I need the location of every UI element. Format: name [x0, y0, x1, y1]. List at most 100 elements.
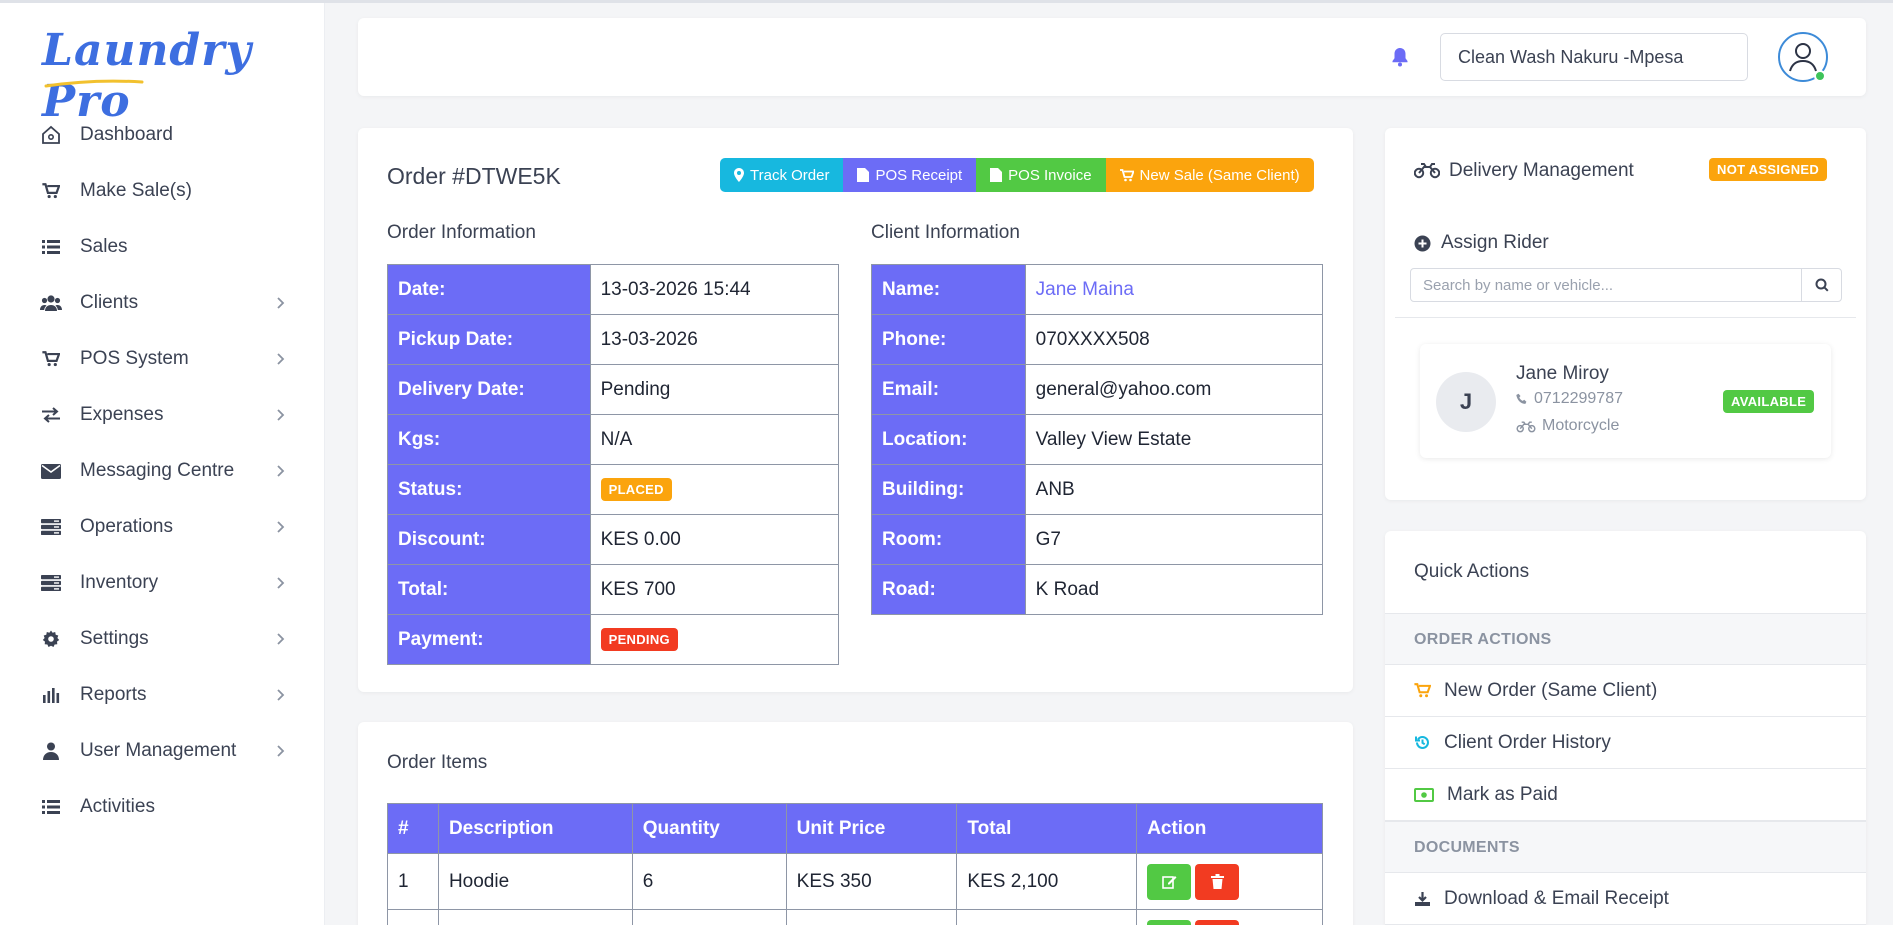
sidebar-item-label: Clients — [80, 292, 139, 313]
assign-rider-toggle[interactable]: Assign Rider — [1414, 232, 1549, 254]
mark-as-paid-action[interactable]: Mark as Paid — [1385, 769, 1866, 821]
edit-item-button[interactable] — [1147, 919, 1192, 925]
delivery-status-badge: NOT ASSIGNED — [1709, 158, 1828, 181]
sidebar-item-activities[interactable]: Activities — [0, 779, 325, 835]
rider-card[interactable]: J Jane Miroy 0712299787 Motorcycle AVAIL… — [1420, 344, 1831, 458]
rider-vehicle: Motorcycle — [1542, 417, 1620, 434]
status-cell: PLACED — [589, 464, 840, 515]
rider-search-button[interactable] — [1801, 269, 1841, 301]
discount-value: KES 0.00 — [589, 514, 840, 565]
location-label: Location: — [871, 414, 1026, 465]
sidebar-item-dashboard[interactable]: Dashboard — [0, 107, 325, 163]
delete-item-button[interactable] — [1195, 863, 1240, 900]
rider-phone: 0712299787 — [1534, 390, 1623, 407]
client-building: ANB — [1024, 464, 1324, 515]
order-items-table: # Description Quantity Unit Price Total Actio… — [387, 803, 1323, 925]
payment-status-badge: PENDING — [600, 628, 678, 651]
client-road: K Road — [1024, 564, 1324, 615]
status-badge: PLACED — [600, 478, 672, 501]
table-row: 1 Hoodie 6 KES 350 KES 2,100 — [387, 853, 1323, 910]
mark-paid-label: Mark as Paid — [1447, 783, 1558, 805]
order-button-group: Track Order POS Receipt POS Invoice New … — [720, 158, 1314, 192]
chevron-right-icon — [275, 632, 289, 646]
new-sale-label: New Sale (Same Client) — [1139, 166, 1300, 184]
sidebar-item-clients[interactable]: Clients — [0, 275, 325, 331]
name-label: Name: — [871, 264, 1026, 315]
column-header: Quantity — [631, 803, 787, 854]
client-info-table: Name: Jane Maina Phone: 070XXXX508 Email: g… — [871, 264, 1324, 615]
bell-icon[interactable] — [1388, 45, 1412, 69]
client-email: general@yahoo.com — [1024, 364, 1324, 415]
pos-invoice-label: POS Invoice — [1008, 166, 1092, 184]
sidebar-item-label: Expenses — [80, 404, 164, 425]
sidebar: Laundry Pro Dashboard Make Sale(s) Sales Cl… — [0, 3, 325, 925]
sidebar-item-label: POS System — [80, 348, 189, 369]
rider-search-input[interactable] — [1411, 269, 1801, 301]
delivery-management-card: Delivery Management NOT ASSIGNED Assign … — [1385, 128, 1866, 500]
column-header: Action — [1136, 803, 1323, 854]
client-name-link[interactable]: Jane Maina — [1036, 279, 1134, 300]
bar-chart-icon — [40, 684, 62, 706]
total-value: KES 700 — [589, 564, 840, 615]
new-order-same-client-action[interactable]: New Order (Same Client) — [1385, 665, 1866, 717]
home-icon — [40, 124, 62, 146]
sidebar-item-make-sale-s[interactable]: Make Sale(s) — [0, 163, 325, 219]
money-icon — [1414, 787, 1434, 802]
trash-icon — [1210, 874, 1224, 889]
delete-item-button[interactable] — [1195, 919, 1240, 925]
name-cell: Jane Maina — [1024, 264, 1324, 315]
sidebar-item-settings[interactable]: Settings — [0, 611, 325, 667]
sidebar-nav: Dashboard Make Sale(s) Sales Clients POS Sys… — [0, 107, 325, 835]
chevron-right-icon — [275, 464, 289, 478]
building-label: Building: — [871, 464, 1026, 515]
sidebar-item-messaging-centre[interactable]: Messaging Centre — [0, 443, 325, 499]
quick-actions-card: Quick Actions ORDER ACTIONS New Order (S… — [1385, 531, 1866, 925]
download-icon — [1415, 891, 1430, 906]
table-header-row: # Description Quantity Unit Price Total Actio… — [387, 803, 1323, 854]
pos-invoice-button[interactable]: POS Invoice — [976, 158, 1106, 192]
road-label: Road: — [871, 564, 1026, 615]
column-header: Total — [956, 803, 1138, 854]
table-row: Email: general@yahoo.com — [871, 364, 1324, 415]
sidebar-item-label: Make Sale(s) — [80, 180, 192, 201]
motorcycle-icon — [1516, 420, 1536, 432]
sidebar-item-sales[interactable]: Sales — [0, 219, 325, 275]
phone-label: Phone: — [871, 314, 1026, 365]
table-cell — [785, 909, 958, 925]
table-row: Pickup Date: 13-03-2026 — [387, 314, 840, 365]
download-email-receipt-action[interactable]: Download & Email Receipt — [1385, 873, 1866, 925]
client-phone: 070XXXX508 — [1024, 314, 1324, 365]
user-icon — [40, 740, 62, 762]
sidebar-item-inventory[interactable]: Inventory — [0, 555, 325, 611]
track-order-label: Track Order — [750, 166, 830, 184]
file-icon — [990, 168, 1003, 182]
sidebar-item-expenses[interactable]: Expenses — [0, 387, 325, 443]
sidebar-item-pos-system[interactable]: POS System — [0, 331, 325, 387]
branch-select[interactable]: Clean Wash Nakuru -Mpesa — [1440, 33, 1748, 81]
sidebar-item-user-management[interactable]: User Management — [0, 723, 325, 779]
table-row: Phone: 070XXXX508 — [871, 314, 1324, 365]
assign-rider-label: Assign Rider — [1441, 232, 1549, 253]
app-logo[interactable]: Laundry Pro — [42, 25, 292, 127]
new-sale-same-client-button[interactable]: New Sale (Same Client) — [1105, 158, 1314, 192]
sidebar-item-reports[interactable]: Reports — [0, 667, 325, 723]
order-card: Order #DTWE5K Track Order POS Receipt PO… — [358, 128, 1353, 692]
chevron-right-icon — [275, 296, 289, 310]
pickup-date: 13-03-2026 — [589, 314, 840, 365]
list-icon — [40, 236, 62, 258]
chevron-right-icon — [275, 352, 289, 366]
file-icon — [857, 168, 870, 182]
room-label: Room: — [871, 514, 1026, 565]
quick-actions-title: Quick Actions — [1414, 561, 1530, 582]
cart-icon — [40, 180, 62, 202]
sidebar-item-operations[interactable]: Operations — [0, 499, 325, 555]
table-row: Room: G7 — [871, 514, 1324, 565]
table-body: 1 Hoodie 6 KES 350 KES 2,100 — [387, 853, 1323, 925]
date-label: Date: — [387, 264, 591, 315]
table-row: Kgs: N/A — [387, 414, 840, 465]
table-row — [387, 909, 1323, 925]
track-order-button[interactable]: Track Order — [720, 158, 844, 192]
edit-item-button[interactable] — [1147, 863, 1192, 900]
pos-receipt-button[interactable]: POS Receipt — [843, 158, 977, 192]
client-order-history-action[interactable]: Client Order History — [1385, 717, 1866, 769]
